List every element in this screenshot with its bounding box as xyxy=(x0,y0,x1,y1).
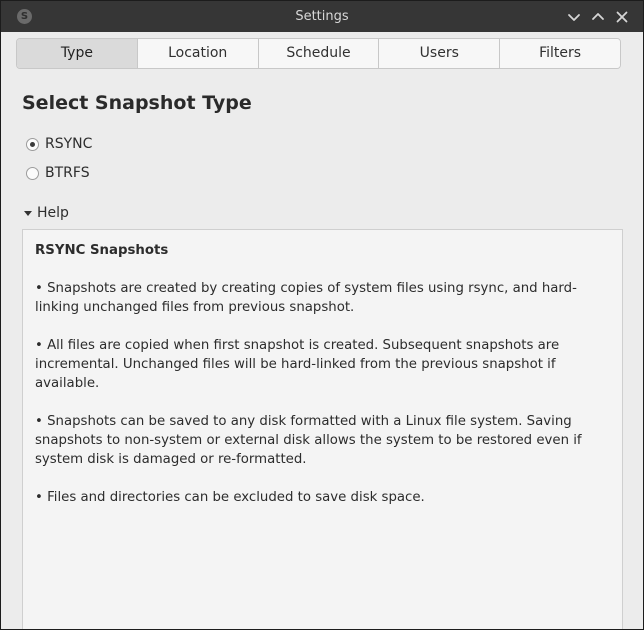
tab-users[interactable]: Users xyxy=(379,39,501,68)
help-title: RSYNC Snapshots xyxy=(35,243,169,258)
radio-button-checked[interactable] xyxy=(26,137,39,151)
window-title: Settings xyxy=(295,9,349,24)
triangle-down-icon xyxy=(24,210,32,216)
page-title: Select Snapshot Type xyxy=(22,92,252,114)
tab-bar: Type Location Schedule Users Filters xyxy=(16,38,621,69)
help-expander[interactable]: Help xyxy=(24,203,69,223)
help-paragraph: • Snapshots are created by creating copi… xyxy=(35,281,577,315)
close-button[interactable] xyxy=(612,7,632,27)
tab-schedule[interactable]: Schedule xyxy=(258,39,380,68)
chevron-up-icon xyxy=(592,13,604,20)
radio-btrfs[interactable]: BTRFS xyxy=(26,163,90,183)
maximize-button[interactable] xyxy=(588,7,608,27)
tab-location[interactable]: Location xyxy=(137,39,259,68)
tab-type[interactable]: Type xyxy=(17,39,138,68)
help-paragraph: • Snapshots can be saved to any disk for… xyxy=(35,414,582,467)
close-icon xyxy=(616,11,628,23)
help-expander-label: Help xyxy=(37,205,69,221)
help-paragraph: • Files and directories can be excluded … xyxy=(35,490,425,505)
radio-label-rsync: RSYNC xyxy=(45,136,93,152)
tab-filters[interactable]: Filters xyxy=(500,39,620,68)
chevron-down-icon xyxy=(568,14,580,21)
radio-label-btrfs: BTRFS xyxy=(45,165,90,181)
settings-window: S Settings Type Location Schedule Users … xyxy=(0,0,644,630)
help-text-view[interactable]: RSYNC Snapshots • Snapshots are created … xyxy=(22,229,623,629)
radio-rsync[interactable]: RSYNC xyxy=(26,134,92,154)
title-bar[interactable]: S Settings xyxy=(1,1,643,32)
minimize-button[interactable] xyxy=(564,7,584,27)
settings-content: Type Location Schedule Users Filters Sel… xyxy=(1,32,643,629)
help-paragraph: • All files are copied when first snapsh… xyxy=(35,338,560,391)
radio-button-unchecked[interactable] xyxy=(26,166,39,180)
